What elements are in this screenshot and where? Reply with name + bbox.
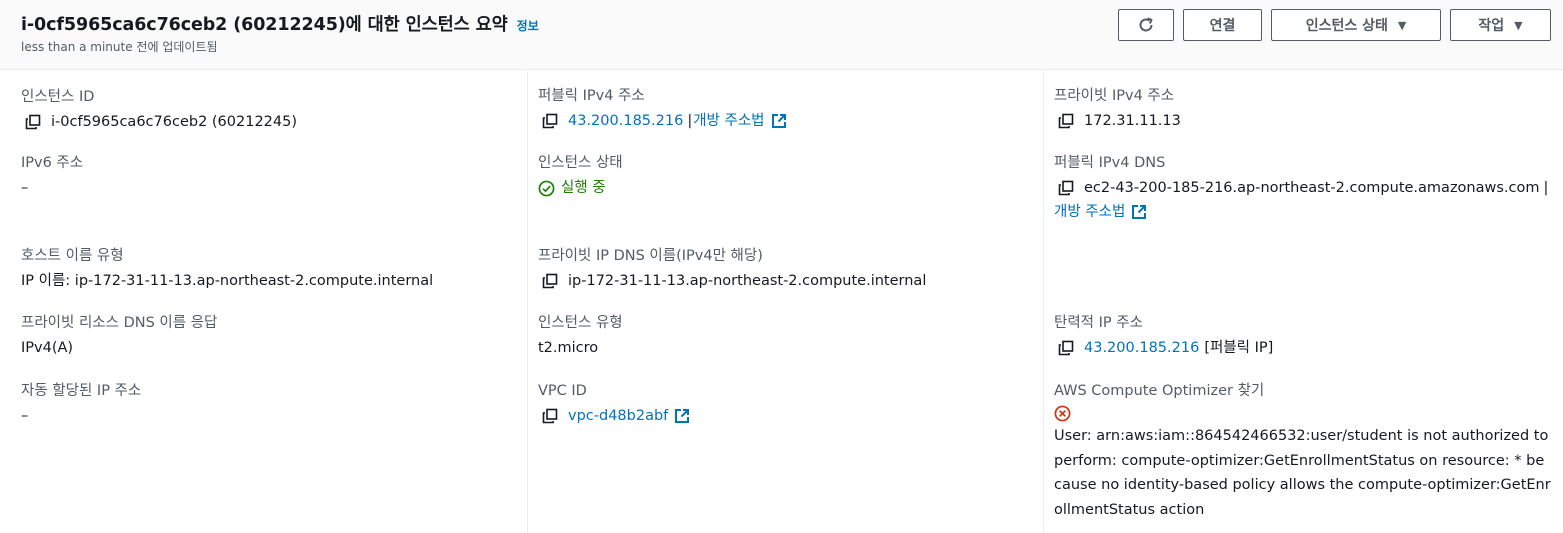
refresh-icon: [1139, 17, 1153, 32]
field-label: AWS Compute Optimizer 찾기: [1054, 383, 1265, 399]
hostname-type-value: IP 이름: ip-172-31-11-13.ap-northeast-2.co…: [21, 273, 434, 289]
instance-summary-page: i-0cf5965ca6c76ceb2 (60212245)에 대한 인스턴스 …: [0, 0, 1563, 533]
summary-header: i-0cf5965ca6c76ceb2 (60212245)에 대한 인스턴스 …: [0, 0, 1563, 70]
instance-type-value: t2.micro: [538, 340, 599, 356]
copy-icon[interactable]: [25, 114, 41, 130]
actions-label: 작업: [1478, 18, 1505, 34]
separator: |: [687, 113, 693, 129]
instance-state-value: 실행 중: [561, 180, 606, 196]
compute-optimizer-error-text: User: arn:aws:iam::864542466532:user/stu…: [1054, 428, 1551, 518]
details-column-2: 퍼블릭 IPv4 주소 43.200.185.216 | 개방 주소법 인스턴스…: [527, 71, 1043, 533]
field-label: 인스턴스 ID: [21, 89, 95, 105]
info-link[interactable]: 정보: [517, 17, 539, 34]
separator: |: [1543, 180, 1549, 196]
field-label: 인스턴스 상태: [538, 155, 623, 171]
copy-icon[interactable]: [542, 408, 558, 424]
copy-icon[interactable]: [542, 273, 558, 289]
field-value: 43.200.185.216 [퍼블릭 IP]: [1054, 337, 1563, 359]
copy-icon[interactable]: [1058, 180, 1074, 196]
field-label: 호스트 이름 유형: [21, 248, 124, 264]
external-link-icon[interactable]: [771, 113, 787, 129]
elastic-ip-suffix: [퍼블릭 IP]: [1204, 340, 1274, 356]
field-label: 퍼블릭 IPv4 주소: [538, 88, 645, 104]
instance-id-value: i-0cf5965ca6c76ceb2 (60212245): [51, 114, 298, 130]
field-label: 프라이빗 IP DNS 이름(IPv4만 해당): [538, 248, 763, 264]
field-value: i-0cf5965ca6c76ceb2 (60212245): [21, 111, 526, 133]
actions-dropdown[interactable]: 작업 ▼: [1450, 9, 1551, 41]
open-address-link[interactable]: 개방 주소법: [693, 110, 764, 132]
field-value: ec2-43-200-185-216.ap-northeast-2.comput…: [1054, 177, 1563, 199]
refresh-button[interactable]: [1118, 9, 1174, 41]
field-label: 퍼블릭 IPv4 DNS: [1054, 155, 1166, 171]
field-value: 실행 중: [538, 177, 1043, 199]
private-ipv4-field: 프라이빗 IPv4 주소 172.31.11.13: [1054, 86, 1563, 132]
details-column-1: 인스턴스 ID i-0cf5965ca6c76ceb2 (60212245) I…: [21, 71, 526, 533]
auto-ip-field: 자동 할당된 IP 주소 –: [21, 381, 526, 427]
external-link-icon[interactable]: [674, 408, 690, 424]
field-value: 172.31.11.13: [1054, 110, 1563, 132]
instance-state-label: 인스턴스 상태: [1305, 18, 1388, 34]
last-updated-text: less than a minute 전에 업데이트됨: [21, 40, 218, 54]
ipv6-field: IPv6 주소 –: [21, 153, 526, 199]
instance-id-field: 인스턴스 ID i-0cf5965ca6c76ceb2 (60212245): [21, 87, 526, 133]
instance-type-field: 인스턴스 유형 t2.micro: [538, 313, 1043, 359]
page-title: i-0cf5965ca6c76ceb2 (60212245)에 대한 인스턴스 …: [21, 15, 508, 35]
open-address-link[interactable]: 개방 주소법: [1054, 201, 1125, 223]
public-ipv4-dns-value: ec2-43-200-185-216.ap-northeast-2.comput…: [1084, 180, 1540, 196]
vpc-id-field: VPC ID vpc-d48b2abf: [538, 381, 1043, 427]
field-value: ip-172-31-11-13.ap-northeast-2.compute.i…: [538, 270, 1043, 292]
private-ip-dns-field: 프라이빗 IP DNS 이름(IPv4만 해당) ip-172-31-11-13…: [538, 246, 1043, 292]
field-label: VPC ID: [538, 383, 587, 399]
hostname-type-field: 호스트 이름 유형 IP 이름: ip-172-31-11-13.ap-nort…: [21, 246, 526, 292]
field-label: 자동 할당된 IP 주소: [21, 383, 142, 399]
caret-down-icon: ▼: [1514, 18, 1523, 32]
instance-state-field: 인스턴스 상태 실행 중: [538, 153, 1043, 199]
field-label: 프라이빗 IPv4 주소: [1054, 88, 1175, 104]
ipv6-value: –: [21, 180, 29, 196]
field-value: vpc-d48b2abf: [538, 405, 1043, 427]
copy-icon[interactable]: [542, 113, 558, 129]
compute-optimizer-field: AWS Compute Optimizer 찾기 User: arn:aws:i…: [1054, 381, 1563, 522]
connect-button[interactable]: 연결: [1183, 9, 1262, 41]
public-ipv4-field: 퍼블릭 IPv4 주소 43.200.185.216 | 개방 주소법: [538, 86, 1043, 132]
elastic-ip-field: 탄력적 IP 주소 43.200.185.216 [퍼블릭 IP]: [1054, 313, 1563, 359]
auto-ip-value: –: [21, 408, 29, 424]
connect-button-label: 연결: [1209, 18, 1236, 34]
private-ip-dns-value: ip-172-31-11-13.ap-northeast-2.compute.i…: [568, 273, 927, 289]
public-ipv4-link[interactable]: 43.200.185.216: [568, 110, 683, 132]
private-ipv4-value: 172.31.11.13: [1084, 113, 1181, 129]
field-label: 인스턴스 유형: [538, 315, 623, 331]
title-row: i-0cf5965ca6c76ceb2 (60212245)에 대한 인스턴스 …: [21, 11, 539, 36]
private-dns-answer-field: 프라이빗 리소스 DNS 이름 응답 IPv4(A): [21, 313, 526, 359]
error-circle-icon: [1054, 405, 1071, 422]
field-value: 43.200.185.216 | 개방 주소법: [538, 110, 1043, 132]
field-label: 프라이빗 리소스 DNS 이름 응답: [21, 315, 218, 331]
field-value: 개방 주소법: [1054, 201, 1563, 223]
header-actions: 연결 인스턴스 상태 ▼ 작업 ▼: [1118, 9, 1551, 41]
field-value: [1054, 405, 1563, 422]
check-circle-icon: [538, 180, 555, 196]
details-column-3: 프라이빗 IPv4 주소 172.31.11.13 퍼블릭 IPv4 DNS e…: [1043, 71, 1563, 533]
instance-state-dropdown[interactable]: 인스턴스 상태 ▼: [1271, 9, 1441, 41]
caret-down-icon: ▼: [1397, 18, 1407, 32]
copy-icon[interactable]: [1058, 113, 1074, 129]
field-label: IPv6 주소: [21, 155, 84, 171]
public-ipv4-dns-field: 퍼블릭 IPv4 DNS ec2-43-200-185-216.ap-north…: [1054, 153, 1563, 223]
elastic-ip-link[interactable]: 43.200.185.216: [1084, 337, 1199, 359]
private-dns-answer-value: IPv4(A): [21, 340, 74, 356]
field-label: 탄력적 IP 주소: [1054, 315, 1143, 331]
vpc-id-link[interactable]: vpc-d48b2abf: [568, 405, 668, 427]
external-link-icon[interactable]: [1131, 204, 1147, 220]
copy-icon[interactable]: [1058, 340, 1074, 356]
